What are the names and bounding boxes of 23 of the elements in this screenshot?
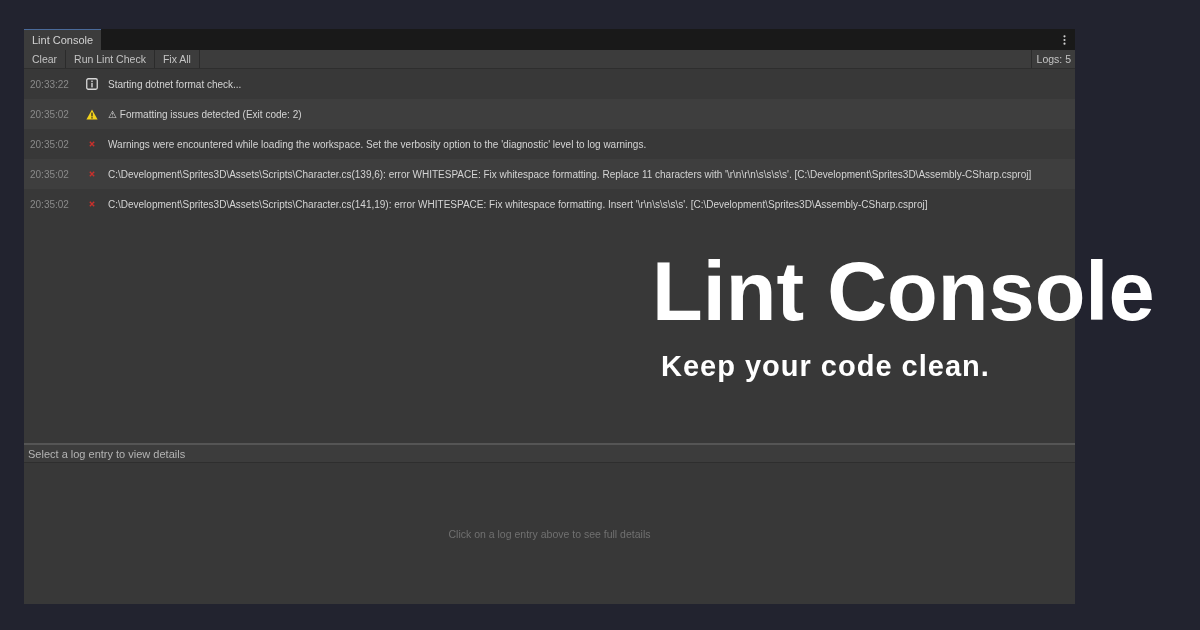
log-message: C:\Development\Sprites3D\Assets\Scripts\Character.cs(141,19): error WHITESPACE: Fix whitespace formatting. Insert '\r\n\s\s\s\s'. [C:\Development\Sprites3D\Assembly-CSharp.csproj] bbox=[107, 198, 928, 210]
log-time: 20:35:02 bbox=[29, 138, 70, 150]
log-message: Starting dotnet format check... bbox=[107, 78, 242, 90]
log-row[interactable]: 20:35:02 ⚠ Formatting issues detected (Exit code: 2) bbox=[24, 99, 1075, 129]
warning-icon bbox=[86, 108, 98, 120]
error-icon bbox=[89, 171, 95, 177]
error-icon bbox=[89, 141, 95, 147]
more-menu-icon[interactable] bbox=[1063, 35, 1066, 45]
log-count: Logs: 5 bbox=[1030, 50, 1075, 68]
details-header: Select a log entry to view details bbox=[24, 443, 1075, 463]
console-tab[interactable]: Lint Console bbox=[24, 29, 102, 50]
log-time: 20:35:02 bbox=[29, 198, 70, 210]
log-message: ⚠ Formatting issues detected (Exit code: 2) bbox=[107, 108, 302, 120]
info-icon bbox=[86, 78, 98, 90]
log-message: Warnings were encountered while loading the workspace. Set the verbosity option to the 'diagnostic' level to log warnings. bbox=[107, 138, 647, 150]
log-time: 20:35:02 bbox=[29, 108, 70, 120]
log-message: C:\Development\Sprites3D\Assets\Scripts\Character.cs(139,6): error WHITESPACE: Fix whitespace formatting. Replace 11 characters with '\r\n\r\n\s\s\s\s'. [C:\Development\Sprites3D\Assembly-CSharp.csproj] bbox=[107, 168, 1032, 180]
error-icon bbox=[89, 201, 95, 207]
log-row[interactable] bbox=[24, 159, 1075, 189]
banner-tagline: Keep your code clean. bbox=[661, 350, 991, 382]
log-time: 20:35:02 bbox=[29, 168, 70, 180]
banner-title: Lint Console bbox=[652, 244, 1155, 340]
log-time: 20:33:22 bbox=[29, 78, 70, 90]
